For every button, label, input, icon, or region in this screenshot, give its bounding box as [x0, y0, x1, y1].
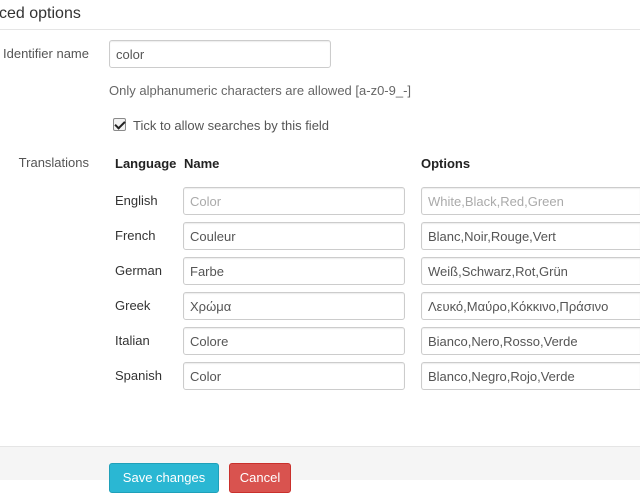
- translation-name-input[interactable]: [183, 362, 405, 390]
- translation-language: Italian: [115, 333, 150, 348]
- form-footer: [0, 446, 640, 480]
- translation-options-input[interactable]: [421, 257, 640, 285]
- translation-language: French: [115, 228, 156, 243]
- translation-options-input[interactable]: [421, 187, 640, 215]
- column-header-name: Name: [184, 156, 220, 171]
- identifier-label: Identifier name: [3, 46, 89, 61]
- translation-options-input[interactable]: [421, 327, 640, 355]
- translation-name-input[interactable]: [183, 292, 405, 320]
- identifier-input[interactable]: [109, 40, 331, 68]
- panel-header: ced options: [0, 0, 640, 30]
- translation-options-input[interactable]: [421, 292, 640, 320]
- translation-language: English: [115, 193, 158, 208]
- translation-name-input[interactable]: [183, 257, 405, 285]
- translation-options-input[interactable]: [421, 362, 640, 390]
- searchable-checkbox[interactable]: [113, 118, 126, 131]
- identifier-help-text: Only alphanumeric characters are allowed…: [109, 83, 412, 98]
- translations-label: Translations: [18, 155, 89, 170]
- translation-name-input[interactable]: [183, 187, 405, 215]
- translation-options-input[interactable]: [421, 222, 640, 250]
- translation-name-input[interactable]: [183, 222, 405, 250]
- panel-title: ced options: [0, 5, 81, 22]
- column-header-options: Options: [421, 156, 471, 171]
- translation-language: Spanish: [115, 368, 162, 383]
- cancel-button[interactable]: Cancel: [229, 463, 291, 493]
- translation-language: German: [115, 263, 162, 278]
- searchable-label: Tick to allow searches by this field: [133, 118, 330, 133]
- column-header-language: Language: [115, 156, 177, 171]
- translation-name-input[interactable]: [183, 327, 405, 355]
- save-changes-button[interactable]: Save changes: [109, 463, 219, 493]
- translation-language: Greek: [115, 298, 151, 313]
